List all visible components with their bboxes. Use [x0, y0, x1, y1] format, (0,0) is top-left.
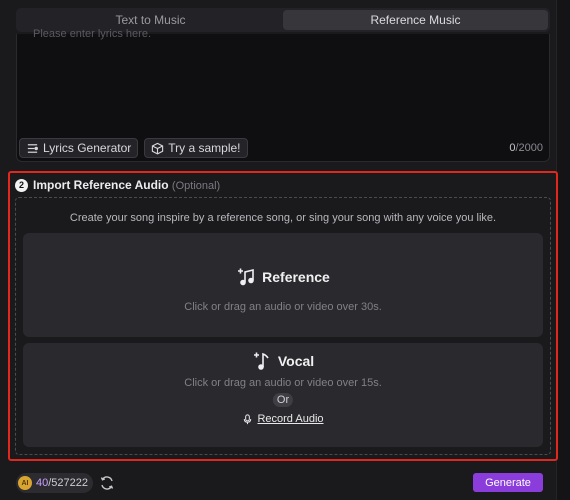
coin-icon: AI — [18, 476, 32, 490]
char-count-max: /2000 — [515, 142, 543, 154]
lyrics-generator-button[interactable]: Lyrics Generator — [19, 138, 139, 158]
vocal-title: Vocal — [23, 351, 543, 371]
import-reference-section: 2 Import Reference Audio (Optional) Crea… — [8, 171, 558, 461]
vocal-title-text: Vocal — [277, 353, 315, 369]
upload-hint: Create your song inspire by a reference … — [69, 212, 497, 224]
footer-bar: AI 40/527222 Generate — [16, 472, 550, 494]
lyrics-generator-label: Lyrics Generator — [43, 141, 132, 155]
tab-text-to-music[interactable]: Text to Music — [18, 10, 283, 30]
optional-label: (Optional) — [171, 180, 221, 192]
refresh-icon[interactable] — [99, 475, 115, 491]
tab-reference-music[interactable]: Reference Music — [283, 10, 548, 30]
reference-title-text: Reference — [262, 269, 330, 285]
generate-button[interactable]: Generate — [473, 473, 543, 492]
vocal-note-add-icon — [253, 352, 269, 370]
section-header: 2 Import Reference Audio (Optional) — [15, 178, 220, 192]
credits-total: /527222 — [48, 477, 89, 489]
try-sample-button[interactable]: Try a sample! — [144, 138, 248, 158]
vocal-subtitle: Click or drag an audio or video over 15s… — [184, 377, 382, 389]
record-audio-link[interactable]: Record Audio — [23, 413, 543, 425]
credits-value: 40/527222 — [36, 477, 88, 489]
reference-title: Reference — [23, 267, 543, 287]
lyrics-generator-icon — [27, 143, 38, 153]
microphone-icon — [244, 413, 252, 424]
lyrics-textarea[interactable]: Please enter lyrics here. Lyrics Generat… — [16, 28, 550, 162]
lyrics-toolbar: Lyrics Generator Try a sample! — [19, 138, 248, 158]
step-number-badge: 2 — [15, 178, 28, 192]
record-audio-label: Record Audio — [257, 413, 324, 425]
reference-drop-zone[interactable]: Reference Click or drag an audio or vide… — [23, 233, 543, 337]
char-counter: 0/2000 — [509, 142, 543, 154]
music-note-add-icon — [238, 268, 254, 286]
credits-badge: AI 40/527222 — [16, 473, 94, 493]
upload-area: Create your song inspire by a reference … — [15, 197, 551, 455]
credits-used: 40 — [36, 477, 49, 489]
cube-icon — [152, 142, 164, 155]
try-sample-label: Try a sample! — [168, 141, 241, 155]
lyrics-placeholder: Please enter lyrics here. — [33, 28, 151, 40]
section-title-text: Import Reference Audio — [33, 178, 169, 192]
right-panel-edge — [556, 0, 570, 500]
section-title: Import Reference Audio (Optional) — [33, 178, 220, 192]
vocal-drop-zone[interactable]: Vocal Click or drag an audio or video ov… — [23, 343, 543, 447]
reference-subtitle: Click or drag an audio or video over 30s… — [184, 301, 382, 313]
or-divider: Or — [272, 393, 294, 407]
